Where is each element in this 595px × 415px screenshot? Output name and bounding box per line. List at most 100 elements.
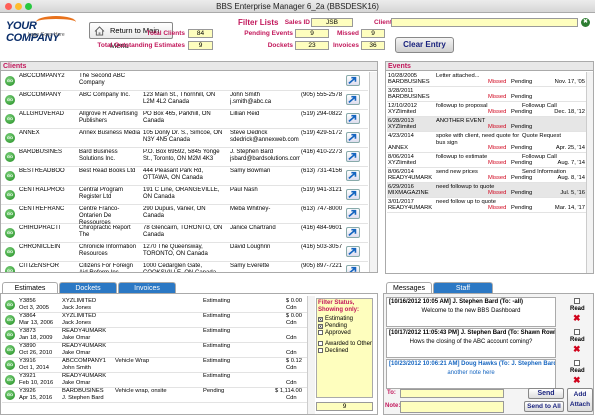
estimate-row[interactable]: GO Y3921 Feb 10, 2016 READY4UMARK Jake O… — [2, 373, 307, 388]
go-icon[interactable]: GO — [5, 76, 15, 86]
estimate-row[interactable]: GO Y3873 Jan 18, 2009 READY4UMARK Jake O… — [2, 328, 307, 343]
go-icon[interactable]: GO — [5, 300, 15, 310]
go-icon[interactable]: GO — [5, 209, 15, 219]
go-icon[interactable]: GO — [5, 152, 15, 162]
client-row[interactable]: GO ALLGROVERAD Allgrove R Advertising Pu… — [1, 110, 368, 129]
go-icon[interactable]: GO — [5, 390, 15, 400]
close-window-icon[interactable] — [5, 3, 12, 10]
client-row[interactable]: GO CITIZENSFOR Citizens For Foreign Aid … — [1, 262, 368, 272]
event-row[interactable]: 10/28/2005 Letter attached... BARDBUSINE… — [387, 72, 586, 87]
go-icon[interactable]: GO — [5, 95, 15, 105]
minimize-window-icon[interactable] — [15, 3, 22, 10]
event-row[interactable]: 8/06/2014 followup to estimate Followup … — [387, 153, 586, 168]
open-client-icon[interactable] — [346, 75, 360, 86]
event-row[interactable]: 3/28/2011 BARDBUSINES Missed Pending — [387, 87, 586, 102]
status-option[interactable]: Declined — [318, 348, 371, 355]
events-scrollbar[interactable] — [586, 72, 593, 273]
client-row[interactable]: GO BESTREADBOO Best Read Books Ltd 444 P… — [1, 167, 368, 186]
status-option[interactable]: x Estimating — [318, 316, 371, 323]
read-checkbox[interactable] — [574, 298, 580, 304]
go-icon[interactable]: GO — [5, 375, 15, 385]
event-row[interactable]: 12/10/2012 followup to proposal Followup… — [387, 102, 586, 117]
status-checkbox[interactable]: x — [318, 324, 323, 330]
tab-invoices[interactable]: Invoices — [118, 282, 176, 293]
go-icon[interactable]: GO — [5, 247, 15, 257]
tab-staff[interactable]: Staff — [433, 282, 493, 293]
open-client-icon[interactable] — [346, 94, 360, 105]
tab-dockets[interactable]: Dockets — [59, 282, 117, 293]
open-client-icon[interactable] — [346, 170, 360, 181]
go-icon[interactable]: GO — [5, 114, 15, 124]
go-icon[interactable]: GO — [5, 190, 15, 200]
go-icon[interactable]: GO — [5, 133, 15, 143]
estimate-row[interactable]: GO Y3890 Oct 26, 2010 READY4UMARK Jake O… — [2, 343, 307, 358]
event-row[interactable]: 6/29/2016 need followup to quote MIXMAGA… — [387, 183, 586, 198]
clients-scrollbar[interactable] — [369, 72, 377, 272]
estimate-row[interactable]: GO Y3926 Apr 15, 2016 BARDBUSINES J. Ste… — [2, 388, 307, 403]
go-icon[interactable]: GO — [5, 171, 15, 181]
open-client-icon[interactable] — [346, 265, 360, 272]
go-icon[interactable]: GO — [5, 360, 15, 370]
to-field[interactable] — [400, 389, 504, 398]
client-row[interactable]: GO CENTRALPROG Central Program Register … — [1, 186, 368, 205]
message-item[interactable]: [10/16/2012 10:05 AM] J. Stephen Bard (T… — [386, 297, 556, 327]
status-option[interactable]: x Pending — [318, 323, 371, 330]
note-field[interactable] — [400, 401, 504, 413]
open-client-icon[interactable] — [346, 151, 360, 162]
client-row[interactable]: GO ANNEX Annex Business Media 105 Donly … — [1, 129, 368, 148]
estimate-row[interactable]: GO Y3916 Oct 1, 2014 ABCCOMPANY1 John Sm… — [2, 358, 307, 373]
status-checkbox[interactable] — [318, 348, 323, 353]
client-row[interactable]: GO BARDBUSINES Bard Business Solutions I… — [1, 148, 368, 167]
status-option[interactable]: Approved — [318, 330, 371, 337]
add-attach-button[interactable]: Add Attach — [567, 388, 593, 412]
message-item[interactable]: [10/17/2012 11:05:43 PM] J. Stephen Bard… — [386, 328, 556, 358]
open-client-icon[interactable] — [346, 208, 360, 219]
event-row[interactable]: 8/06/2014 send new prices Send Informati… — [387, 168, 586, 183]
go-icon[interactable]: GO — [5, 266, 15, 272]
tab-messages[interactable]: Messages — [386, 282, 432, 293]
client-row[interactable]: GO CHIROPRACTI Chiropractic Report The 7… — [1, 224, 368, 243]
read-checkbox[interactable] — [574, 329, 580, 335]
estimates-scrollbar[interactable] — [307, 296, 315, 414]
status-checkbox[interactable] — [318, 330, 323, 335]
estimate-row[interactable]: GO Y3864 Mar 13, 2006 XYZLIMITED Jack Jo… — [2, 313, 307, 328]
estimate-number: Y3864 — [19, 313, 36, 319]
clear-entry-button[interactable]: Clear Entry — [395, 37, 454, 53]
client-row[interactable]: GO ABCCOMPANY2 The Second ABC Company — [1, 72, 368, 91]
client-row[interactable]: GO CHRONICLEIN Chronicle Information Res… — [1, 243, 368, 262]
send-to-all-button[interactable]: Send to All — [524, 401, 564, 412]
estimate-row[interactable]: GO Y3856 Oct 3, 2005 XYZLIMITED Jack Jon… — [2, 298, 307, 313]
sales-id-field[interactable]: JSB — [311, 18, 353, 27]
go-icon[interactable]: GO — [5, 315, 15, 325]
event-row[interactable]: 6/28/2013 ANOTHER EVENT XYZlimited Misse… — [387, 117, 586, 132]
open-client-icon[interactable] — [346, 227, 360, 238]
message-item[interactable]: [10/23/2012 10:06:21 AM] Doug Hawks (To:… — [386, 359, 556, 389]
status-checkbox[interactable] — [318, 341, 323, 346]
go-icon[interactable]: GO — [5, 330, 15, 340]
maximize-window-icon[interactable] — [25, 3, 32, 10]
event-missed: Missed — [488, 205, 507, 211]
delete-message-icon[interactable]: ✖ — [573, 314, 581, 323]
send-button[interactable]: Send — [528, 388, 564, 399]
event-row[interactable]: 4/23/2014 spoke with client, need quote … — [387, 132, 586, 153]
event-client: ANNEX — [388, 145, 408, 151]
open-client-icon[interactable] — [346, 246, 360, 257]
open-client-icon[interactable] — [346, 132, 360, 143]
client-row[interactable]: GO ABCCOMPANY ABC Company Inc. 123 Main … — [1, 91, 368, 110]
open-client-icon[interactable] — [346, 113, 360, 124]
open-client-icon[interactable] — [346, 189, 360, 200]
client-row[interactable]: GO CENTREFRANC Centre Franco-Ontarien De… — [1, 205, 368, 226]
event-type: Quote Request — [522, 133, 561, 139]
client-filter-label: Client — [374, 19, 393, 26]
read-checkbox[interactable] — [574, 360, 580, 366]
status-option[interactable]: Awarded to Other — [318, 341, 372, 348]
event-row[interactable]: 3/01/2017 need follow up to quote READY4… — [387, 198, 586, 213]
filter-clear-icon[interactable]: ✖ — [581, 18, 590, 27]
delete-message-icon[interactable]: ✖ — [573, 345, 581, 354]
go-icon[interactable]: GO — [5, 228, 15, 238]
tab-estimates[interactable]: Estimates — [2, 282, 58, 293]
client-filter-field[interactable] — [391, 18, 578, 27]
delete-message-icon[interactable]: ✖ — [573, 376, 581, 385]
status-checkbox[interactable]: x — [318, 317, 323, 323]
go-icon[interactable]: GO — [5, 345, 15, 355]
